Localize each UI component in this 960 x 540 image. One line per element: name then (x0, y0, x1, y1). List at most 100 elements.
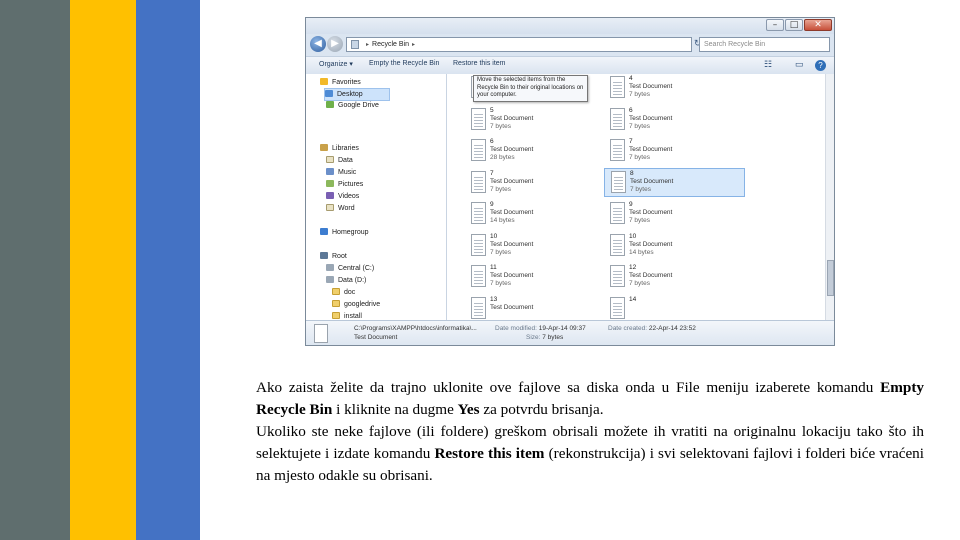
text-document-icon (314, 324, 328, 343)
restore-tooltip: Move the selected items from the Recycle… (473, 75, 588, 102)
empty-recycle-bin-button[interactable]: Empty the Recycle Bin (369, 60, 439, 67)
decor-stripe-yellow (70, 0, 136, 540)
address-bar[interactable]: ▸ Recycle Bin ▸ (346, 37, 692, 52)
file-item[interactable]: 11 Test Document 7 bytes (465, 263, 590, 292)
text-document-icon (610, 76, 625, 98)
text-document-icon (471, 202, 486, 224)
nav-drive-d[interactable]: Data (D:) (326, 275, 366, 286)
details-date-created: Date created: 22-Apr-14 23:52 (608, 325, 696, 332)
file-item[interactable]: 12 Test Document 7 bytes (604, 263, 729, 292)
navigation-pane: Favorites Desktop Google Drive Libraries… (306, 74, 447, 320)
nav-pictures[interactable]: Pictures (326, 179, 363, 190)
homegroup-icon (320, 228, 328, 235)
caption-paragraph-2: Ukoliko ste neke fajlove (ili foldere) g… (256, 423, 924, 484)
file-item[interactable]: 9 Test Document 14 bytes (465, 200, 590, 229)
desktop-icon (325, 90, 333, 97)
nav-homegroup[interactable]: Homegroup (320, 227, 369, 238)
details-file-type: Test Document (354, 334, 398, 341)
recycle-bin-icon (351, 39, 359, 49)
nav-word[interactable]: Word (326, 203, 355, 214)
restore-item-button[interactable]: Restore this item (453, 60, 506, 67)
organize-button[interactable]: Organize ▾ (319, 60, 353, 68)
folder-icon (332, 288, 340, 295)
text-document-icon (471, 297, 486, 319)
document-icon (326, 156, 334, 163)
nav-folder-doc[interactable]: doc (332, 287, 355, 298)
close-button[interactable]: ✕ (804, 19, 832, 31)
file-item[interactable]: 10 Test Document 14 bytes (604, 232, 729, 261)
nav-libraries[interactable]: Libraries (320, 143, 359, 154)
nav-favorites[interactable]: Favorites (320, 77, 361, 88)
search-input[interactable]: Search Recycle Bin (699, 37, 830, 52)
details-pane: C:\Programs\XAMPP\htdocs\informatika\...… (306, 320, 834, 345)
file-item[interactable]: 6 Test Document 28 bytes (465, 137, 590, 166)
address-row: ◀ ▶ ▸ Recycle Bin ▸ ↻ Search Recycle Bin (306, 34, 834, 56)
file-item[interactable]: 6 Test Document 7 bytes (604, 106, 729, 135)
recycle-bin-window: – □ ✕ ◀ ▶ ▸ Recycle Bin ▸ ↻ Search Recycle… (305, 17, 835, 346)
videos-icon (326, 192, 334, 199)
document-icon (326, 204, 334, 211)
text-document-icon (471, 265, 486, 287)
nav-folder-googledrive[interactable]: googledrive (332, 299, 380, 310)
minimize-button[interactable]: – (766, 19, 784, 31)
maximize-button[interactable]: □ (785, 19, 803, 31)
breadcrumb-arrow-icon: ▸ (411, 42, 415, 48)
drive-icon (326, 276, 334, 283)
decor-stripe-blue (136, 0, 200, 540)
text-document-icon (610, 234, 625, 256)
file-item[interactable]: 10 Test Document 7 bytes (465, 232, 590, 261)
text-document-icon (610, 108, 625, 130)
file-item[interactable]: 13 Test Document (465, 295, 590, 320)
file-item[interactable]: 9 Test Document 7 bytes (604, 200, 729, 229)
folder-icon (332, 300, 340, 307)
text-document-icon (610, 202, 625, 224)
music-icon (326, 168, 334, 175)
drive-icon (326, 264, 334, 271)
vertical-scrollbar[interactable] (825, 74, 834, 320)
pictures-icon (326, 180, 334, 187)
text-document-icon (611, 171, 626, 193)
text-document-icon (471, 171, 486, 193)
file-item[interactable]: 7 Test Document 7 bytes (465, 169, 590, 198)
nav-root[interactable]: Root (320, 251, 347, 262)
computer-icon (320, 252, 328, 259)
text-document-icon (610, 139, 625, 161)
folder-icon (332, 312, 340, 319)
file-item[interactable]: 5 Test Document 7 bytes (465, 106, 590, 135)
decor-stripe-gray (0, 0, 70, 540)
nav-drive-c[interactable]: Central (C:) (326, 263, 374, 274)
star-icon (320, 78, 328, 85)
caption-paragraph-1: Ako zaista želite da trajno uklonite ove… (256, 379, 924, 418)
command-bar: Organize ▾ Empty the Recycle Bin Restore… (306, 56, 834, 75)
file-item[interactable]: 14 (604, 295, 729, 320)
preview-pane-icon[interactable]: ▭ (795, 59, 804, 70)
nav-data[interactable]: Data (326, 155, 353, 166)
breadcrumb-arrow-icon: ▸ (366, 42, 370, 48)
nav-videos[interactable]: Videos (326, 191, 359, 202)
text-document-icon (471, 234, 486, 256)
library-icon (320, 144, 328, 151)
scrollbar-thumb[interactable] (827, 260, 834, 296)
text-document-icon (471, 108, 486, 130)
forward-arrow-icon[interactable]: ▶ (327, 36, 343, 52)
text-document-icon (610, 265, 625, 287)
file-item[interactable]: 7 Test Document 7 bytes (604, 137, 729, 166)
view-options-icon[interactable]: ☷ (764, 59, 772, 70)
back-arrow-icon[interactable]: ◀ (310, 36, 326, 52)
help-icon[interactable]: ? (815, 60, 826, 71)
file-item[interactable]: 4 Test Document 7 bytes (604, 74, 729, 103)
nav-google-drive[interactable]: Google Drive (326, 100, 379, 111)
nav-music[interactable]: Music (326, 167, 356, 178)
text-document-icon (471, 139, 486, 161)
details-size: Size: 7 bytes (526, 334, 564, 341)
file-item-selected[interactable]: 8 Test Document 7 bytes (604, 168, 745, 197)
google-drive-icon (326, 101, 334, 108)
nav-folder-install[interactable]: install (332, 311, 362, 320)
details-date-modified: Date modified: 19-Apr-14 09:37 (495, 325, 586, 332)
details-path: C:\Programs\XAMPP\htdocs\informatika\... (354, 325, 477, 332)
breadcrumb-recycle-bin[interactable]: Recycle Bin (372, 41, 409, 48)
slide-caption: Ako zaista želite da trajno uklonite ove… (256, 377, 924, 487)
text-document-icon (610, 297, 625, 319)
title-bar: – □ ✕ (306, 18, 834, 34)
file-list: 4 Test Document 7 bytes 5 Test Document 7 by… (447, 74, 825, 320)
